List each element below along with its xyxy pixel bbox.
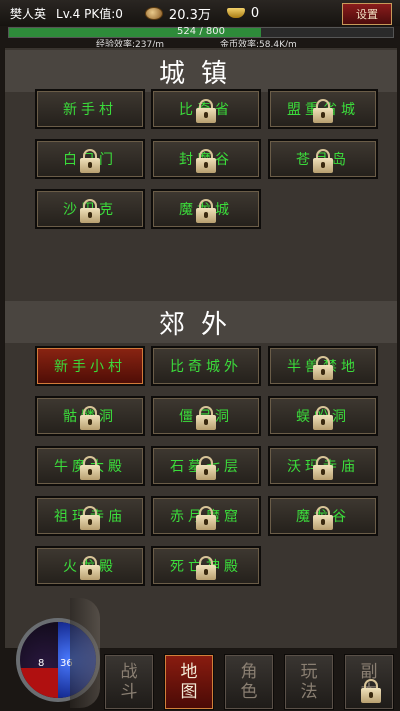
nav-label-bottom: 图	[180, 682, 198, 702]
map-location-button[interactable]: 祖玛寺庙	[35, 496, 145, 536]
lock-icon	[196, 99, 216, 123]
coin-amount: 20.3万	[168, 7, 211, 23]
nav-label-top: 角	[240, 662, 258, 682]
nav-button[interactable]: 地图	[164, 654, 214, 710]
nav-label-top: 地	[180, 662, 198, 682]
nav-label-bottom: 色	[240, 682, 258, 702]
nav-button[interactable]: 副本	[344, 654, 394, 710]
nav-label-top: 玩	[300, 662, 318, 682]
map-location-button[interactable]: 魔龙谷	[268, 496, 378, 536]
nav-label-bottom: 斗	[120, 682, 138, 702]
map-location-button[interactable]: 蜈蚣洞	[268, 396, 378, 436]
lock-icon	[196, 149, 216, 173]
map-location-button[interactable]: 牛魔大殿	[35, 446, 145, 486]
lock-icon	[196, 406, 216, 430]
lock-icon	[80, 506, 100, 530]
nav-button[interactable]: 玩法	[284, 654, 334, 710]
location-label: 新手村	[63, 102, 117, 118]
map-location-button[interactable]: 沙巴克	[35, 189, 145, 229]
dragon-ornament	[70, 598, 100, 708]
map-location-button[interactable]: 苍月岛	[268, 139, 378, 179]
map-location-button[interactable]: 赤月魔窟	[151, 496, 261, 536]
lock-icon	[313, 149, 333, 173]
lock-icon	[313, 99, 333, 123]
settings-button[interactable]: 设置	[342, 3, 392, 25]
map-panel: 城镇 郊外 新手村 比奇省盟重省城白日门封魔谷苍月岛沙巴克魔龙城 新手小村 比奇城外…	[4, 47, 398, 649]
lock-icon	[80, 406, 100, 430]
exp-text: 524 / 800	[177, 26, 225, 37]
lock-icon	[196, 199, 216, 223]
hp-value: 8	[38, 658, 45, 669]
coin-counter: 20.3万	[144, 4, 211, 23]
map-location-button[interactable]: 僵尸洞	[151, 396, 261, 436]
ingot-icon	[226, 8, 245, 18]
lock-icon	[196, 506, 216, 530]
location-label: 比奇城外	[170, 359, 242, 375]
nav-button[interactable]: 角色	[224, 654, 274, 710]
map-location-button[interactable]: 盟重省城	[268, 89, 378, 129]
level-pk: Lv.4 PK值:0	[56, 6, 123, 21]
lock-icon	[196, 556, 216, 580]
ingot-counter: 0	[226, 5, 260, 21]
exp-bar: 524 / 800	[8, 26, 394, 38]
nav-label-top: 战	[120, 662, 138, 682]
nav-label-bottom: 法	[300, 682, 318, 702]
lock-icon	[361, 679, 381, 703]
map-location-button[interactable]: 魔龙城	[151, 189, 261, 229]
outskirts-title: 郊外	[5, 301, 397, 343]
map-location-button[interactable]: 比奇城外	[151, 346, 261, 386]
map-location-button[interactable]: 新手小村	[35, 346, 145, 386]
hp-fill	[20, 668, 58, 698]
lock-icon	[80, 149, 100, 173]
top-status-bar: 樊人英 Lv.4 PK值:0 20.3万 0 设置	[0, 0, 400, 26]
map-location-button[interactable]: 沃玛寺庙	[268, 446, 378, 486]
nav-button[interactable]: 战斗	[104, 654, 154, 710]
lock-icon	[313, 456, 333, 480]
player-name: 樊人英	[10, 6, 47, 21]
lock-icon	[80, 556, 100, 580]
map-location-button[interactable]: 比奇省	[151, 89, 261, 129]
lock-icon	[196, 456, 216, 480]
ingot-amount: 0	[250, 5, 260, 21]
location-label: 新手小村	[54, 359, 126, 375]
lock-icon	[80, 199, 100, 223]
map-location-button[interactable]: 白日门	[35, 139, 145, 179]
lock-icon	[313, 506, 333, 530]
lock-icon	[313, 356, 333, 380]
map-location-button[interactable]: 石墓七层	[151, 446, 261, 486]
lock-icon	[80, 456, 100, 480]
map-location-button[interactable]: 死亡神殿	[151, 546, 261, 586]
lock-icon	[313, 406, 333, 430]
map-location-button[interactable]: 封魔谷	[151, 139, 261, 179]
map-location-button[interactable]: 火龙殿	[35, 546, 145, 586]
coin-icon	[144, 6, 163, 20]
map-location-button[interactable]: 新手村	[35, 89, 145, 129]
map-location-button[interactable]: 半兽禁地	[268, 346, 378, 386]
towns-title: 城镇	[5, 50, 397, 92]
map-location-button[interactable]: 骷髅洞	[35, 396, 145, 436]
